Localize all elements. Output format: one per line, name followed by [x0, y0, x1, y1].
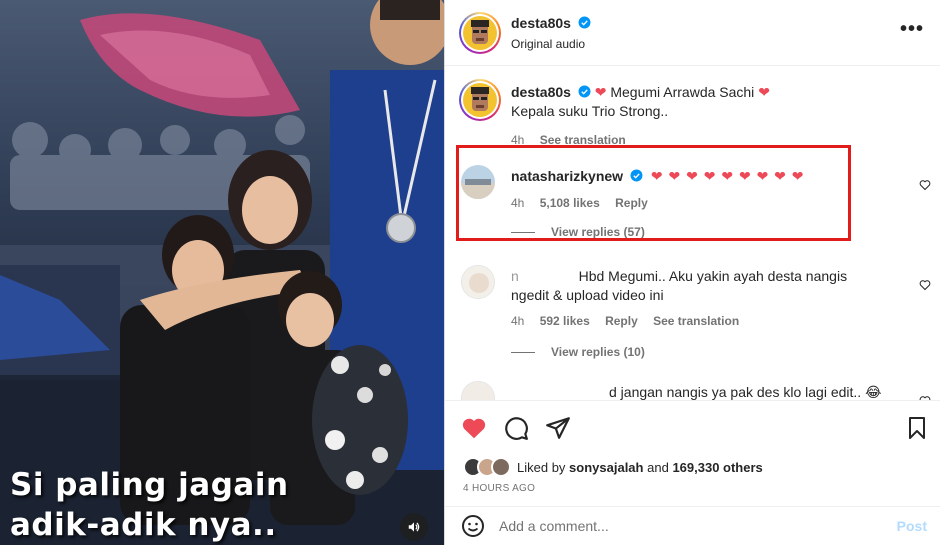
post-button[interactable]: Post	[897, 518, 927, 534]
comment-icon[interactable]	[503, 415, 529, 441]
bookmark-icon[interactable]	[905, 415, 929, 441]
mute-button[interactable]	[400, 513, 428, 541]
caption-text: Megumi Arrawda Sachi	[610, 84, 755, 100]
liked-by-and: and	[647, 459, 669, 475]
caption-avatar-ring[interactable]	[459, 79, 501, 121]
comment-time[interactable]: 4h	[511, 133, 524, 147]
post-timestamp[interactable]: 4 HOURS AGO	[463, 483, 535, 494]
liker-avatars[interactable]	[463, 457, 511, 477]
verified-icon	[630, 169, 643, 182]
caption-text-line2: Kepala suku Trio Strong..	[511, 103, 669, 119]
comment-likes[interactable]: 592 likes	[540, 314, 590, 328]
view-replies-button[interactable]: View replies (10)	[511, 345, 645, 359]
instagram-post-view: Si paling jagain adik-adik nya.. desta80…	[0, 0, 940, 545]
more-options-button[interactable]: •••	[900, 19, 924, 39]
reply-button[interactable]: Reply	[605, 314, 638, 328]
caption-comment: desta80s ❤ Megumi Arrawda Sachi ❤ Kepala…	[459, 79, 927, 151]
verified-icon	[578, 85, 591, 98]
see-translation-link[interactable]: See translation	[653, 314, 739, 328]
comment-text: Hbd Megumi.. Aku yakin ayah desta nangis…	[511, 268, 848, 303]
caption-line-2: adik-adik nya..	[10, 507, 277, 543]
avatar[interactable]	[461, 265, 495, 299]
avatar	[463, 15, 497, 50]
comments-list: desta80s ❤ Megumi Arrawda Sachi ❤ Kepala…	[445, 67, 940, 400]
add-comment-bar: Post	[445, 506, 940, 545]
comment-likes[interactable]: 5,108 likes	[540, 196, 600, 210]
liked-by-row: Liked by sonysajalah and 169,330 others	[463, 457, 763, 477]
comment-item: n Hbd Megumi.. Aku yakin ayah desta nang…	[459, 265, 931, 365]
liked-by-prefix: Liked by	[517, 459, 566, 475]
comment-username[interactable]: n	[511, 268, 519, 284]
author-username[interactable]: desta80s	[511, 15, 571, 31]
comment-username[interactable]: desta80s	[511, 84, 571, 100]
liked-by-username[interactable]: sonysajalah	[569, 460, 643, 475]
laughing-emoji-icon: 😂	[865, 384, 882, 400]
heart-emoji-icon: ❤	[594, 84, 607, 100]
comment-time[interactable]: 4h	[511, 196, 524, 210]
comment-time[interactable]: 4h	[511, 314, 524, 328]
see-translation-link[interactable]: See translation	[540, 133, 626, 147]
others-count-link[interactable]: 169,330 others	[672, 460, 762, 475]
heart-outline-icon[interactable]	[919, 179, 931, 191]
share-icon[interactable]	[545, 415, 571, 441]
avatar[interactable]	[461, 165, 495, 199]
verified-icon	[578, 16, 591, 28]
video-frame	[0, 0, 444, 545]
more-horizontal-icon: •••	[899, 18, 924, 40]
caption-line-1: Si paling jagain	[10, 467, 289, 503]
heart-emoji-icon: ❤	[758, 84, 770, 100]
comment-item: natasharizkynew ❤ ❤ ❤ ❤ ❤ ❤ ❤ ❤ ❤ 4h 5,1…	[459, 165, 931, 245]
emoji-icon[interactable]	[461, 514, 485, 538]
heart-outline-icon[interactable]	[919, 279, 931, 291]
avatar	[463, 83, 497, 117]
view-replies-button[interactable]: View replies (57)	[511, 226, 645, 238]
reply-button[interactable]: Reply	[615, 196, 648, 210]
heart-filled-icon[interactable]	[461, 415, 487, 441]
audio-label[interactable]: Original audio	[511, 37, 591, 51]
video-caption: Si paling jagain adik-adik nya..	[10, 465, 289, 545]
comment-item: d jangan nangis ya pak des klo lagi edit…	[459, 381, 931, 400]
comment-username[interactable]: natasharizkynew	[511, 168, 623, 184]
comment-input[interactable]	[499, 518, 859, 534]
post-actions: Liked by sonysajalah and 169,330 others …	[445, 400, 940, 505]
view-replies-label: View replies (10)	[551, 345, 645, 359]
avatar	[491, 457, 511, 477]
view-replies-label: View replies (57)	[551, 226, 645, 238]
post-panel: desta80s Original audio ••• desta80s ❤ M…	[444, 0, 940, 545]
comment-text: ❤ ❤ ❤ ❤ ❤ ❤ ❤ ❤ ❤	[650, 168, 805, 184]
post-header: desta80s Original audio •••	[445, 0, 940, 66]
avatar[interactable]	[461, 381, 495, 400]
speaker-icon	[408, 522, 420, 532]
author-avatar-ring[interactable]	[459, 11, 501, 54]
video-player[interactable]: Si paling jagain adik-adik nya..	[0, 0, 444, 545]
comment-text: d jangan nangis ya pak des klo lagi edit…	[609, 384, 862, 400]
